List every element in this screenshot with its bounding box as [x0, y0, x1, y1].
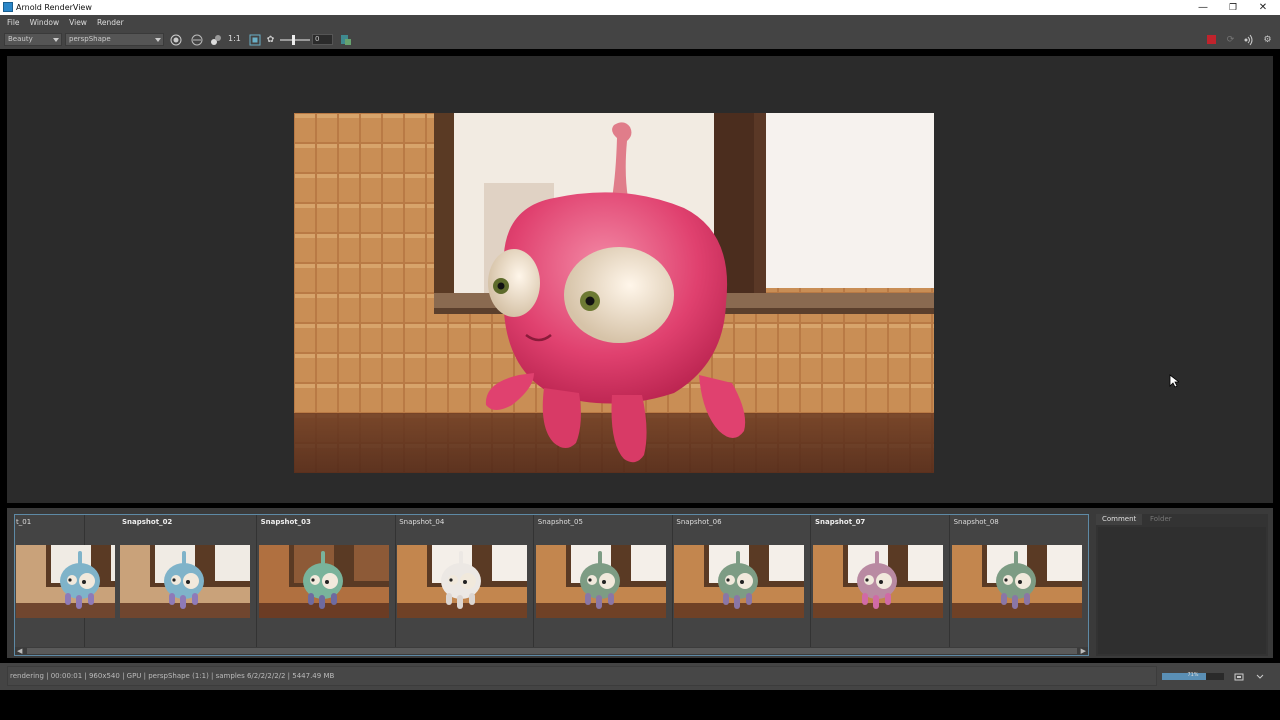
snapshot-label: Snapshot_05 [537, 518, 583, 526]
snapshot-item[interactable]: Snapshot_03 [257, 515, 396, 648]
snapshot-item[interactable]: Snapshot_07 [812, 515, 950, 648]
snapshot-item[interactable]: Snapshot_05 [534, 515, 673, 648]
camera-dropdown[interactable]: perspShape [65, 33, 164, 46]
status-bar: rendering | 00:00:01 | 960x540 | GPU | p… [0, 663, 1280, 690]
aov-dropdown[interactable]: Beauty [4, 33, 62, 46]
snapshot-thumbnail [951, 545, 1082, 618]
tab-folder[interactable]: Folder [1144, 514, 1178, 525]
snapshot-save-icon[interactable] [1232, 670, 1245, 683]
chevron-down-icon[interactable] [1253, 670, 1266, 683]
snapshot-label: Snapshot_07 [815, 518, 866, 526]
snapshot-scrollbar[interactable]: ◀ ▶ [15, 647, 1088, 655]
restore-button[interactable]: ❐ [1218, 0, 1248, 15]
snapshot-thumbnail [813, 545, 943, 618]
snapshot-thumbnail [258, 545, 389, 618]
snapshot-item[interactable]: Snapshot_04 [396, 515, 535, 648]
snapshot-label: Snapshot_02 [122, 518, 173, 526]
tab-comment[interactable]: Comment [1096, 514, 1143, 525]
stop-render-icon[interactable] [1205, 33, 1218, 46]
mouse-cursor-icon [1169, 374, 1181, 390]
snapshot-item[interactable]: Snapshot_08 [950, 515, 1088, 648]
snapshot-label: Snapshot_06 [676, 518, 722, 526]
ratio-label[interactable]: 1:1 [228, 34, 241, 43]
arnold-app-icon [3, 2, 13, 12]
snapshot-thumbnail [120, 545, 250, 618]
snapshot-label: t_01 [16, 518, 32, 526]
refresh-icon[interactable]: ⟳ [1224, 33, 1237, 46]
scroll-right-icon[interactable]: ▶ [1081, 647, 1086, 655]
minimize-button[interactable]: — [1188, 0, 1218, 15]
fit-frame-icon[interactable] [248, 33, 261, 46]
menu-view[interactable]: View [69, 18, 87, 27]
scroll-left-icon[interactable]: ◀ [17, 647, 22, 655]
snapshot-thumbnail [674, 545, 805, 618]
close-button[interactable]: ✕ [1248, 0, 1278, 15]
snapshot-thumbnail [397, 545, 528, 618]
render-viewport[interactable] [7, 56, 1273, 503]
exposure-value-field[interactable]: 0 [312, 34, 333, 45]
snapshot-label: Snapshot_04 [399, 518, 445, 526]
render-image [294, 113, 934, 473]
render-progress-bar: 71% [1162, 672, 1224, 680]
render-progress-label: 71% [1187, 672, 1199, 678]
snapshot-area: t_01 Snapshot_02 Snapshot_03 Snapshot_04 Sna… [7, 508, 1273, 658]
snapshot-label: Snapshot_08 [953, 518, 999, 526]
chevron-down-icon [155, 38, 161, 42]
title-bar: Arnold RenderView — ❐ ✕ [0, 0, 1280, 15]
snapshot-item[interactable]: t_01 [15, 515, 115, 648]
settings-icon[interactable]: ⚙ [1261, 33, 1274, 46]
scrollbar-thumb[interactable] [27, 648, 1077, 654]
window-title: Arnold RenderView [16, 3, 92, 12]
snapshot-thumbnail [16, 545, 115, 618]
iso-icon[interactable] [190, 33, 203, 46]
status-text: rendering | 00:00:01 | 960x540 | GPU | p… [10, 672, 335, 680]
aov-dropdown-value: Beauty [8, 35, 33, 43]
menu-bar: File Window View Render [0, 15, 1280, 30]
chevron-down-icon [53, 38, 59, 42]
exposure-slider-handle[interactable] [292, 35, 295, 45]
snapshot-item[interactable]: Snapshot_02 [119, 515, 257, 648]
side-panel: Comment Folder [1096, 514, 1268, 656]
menu-file[interactable]: File [7, 18, 20, 27]
menu-window[interactable]: Window [30, 18, 60, 27]
snapshot-strip[interactable]: t_01 Snapshot_02 Snapshot_03 Snapshot_04 Sna… [14, 514, 1089, 656]
log-icon[interactable] [339, 33, 352, 46]
exposure-slider-track[interactable] [280, 39, 310, 41]
snapshot-item[interactable]: Snapshot_06 [673, 515, 812, 648]
menu-render[interactable]: Render [97, 18, 124, 27]
gear-icon[interactable]: ✿ [264, 33, 277, 46]
toolbar: Beauty perspShape 1:1 ✿ 0 ⟳ ⚙ [0, 30, 1280, 49]
comment-textarea[interactable] [1098, 527, 1266, 654]
camera-dropdown-value: perspShape [69, 35, 111, 43]
screen-border [0, 690, 1280, 720]
snapshot-thumbnail [535, 545, 666, 618]
display-settings-icon[interactable] [169, 33, 182, 46]
snapshot-label: Snapshot_03 [260, 518, 311, 526]
channel-icon[interactable] [209, 33, 222, 46]
ipr-icon[interactable] [1242, 33, 1255, 46]
